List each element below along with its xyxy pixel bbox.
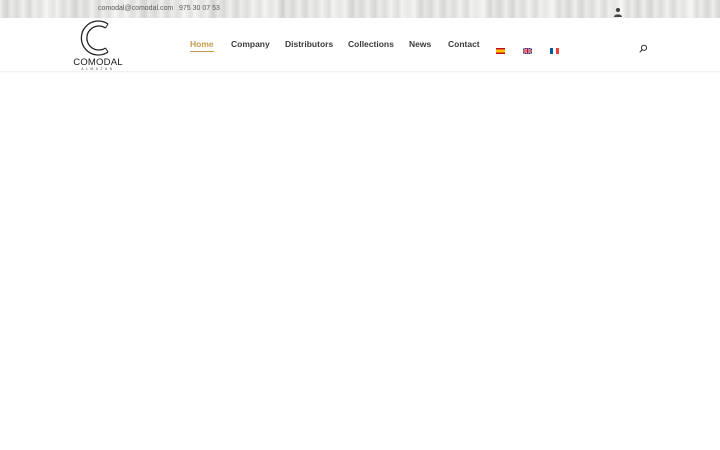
top-bar: comodal@comodal.com 975 30 07 53 bbox=[0, 0, 720, 18]
user-icon[interactable] bbox=[613, 4, 623, 17]
nav-item-news[interactable]: News bbox=[409, 39, 431, 49]
search-icon[interactable] bbox=[639, 40, 648, 53]
logo-subtitle: ALMAZAN bbox=[81, 67, 115, 71]
page-content bbox=[0, 73, 720, 450]
nav-item-distributors[interactable]: Distributors bbox=[285, 39, 333, 49]
contact-email[interactable]: comodal@comodal.com bbox=[98, 0, 173, 18]
nav-item-contact[interactable]: Contact bbox=[448, 39, 480, 49]
nav-item-company[interactable]: Company bbox=[231, 39, 270, 49]
main-header: COMODAL ALMAZAN Home Company Distributor… bbox=[0, 18, 720, 72]
logo-c-mark-icon bbox=[80, 20, 109, 56]
spanish-flag-icon[interactable] bbox=[496, 41, 505, 54]
french-flag-icon[interactable] bbox=[550, 41, 559, 54]
uk-flag-icon[interactable] bbox=[522, 41, 533, 55]
contact-phone[interactable]: 975 30 07 53 bbox=[179, 0, 220, 18]
nav-item-home[interactable]: Home bbox=[190, 39, 214, 52]
site-logo[interactable]: COMODAL ALMAZAN bbox=[70, 18, 126, 72]
nav-item-collections[interactable]: Collections bbox=[348, 39, 394, 49]
